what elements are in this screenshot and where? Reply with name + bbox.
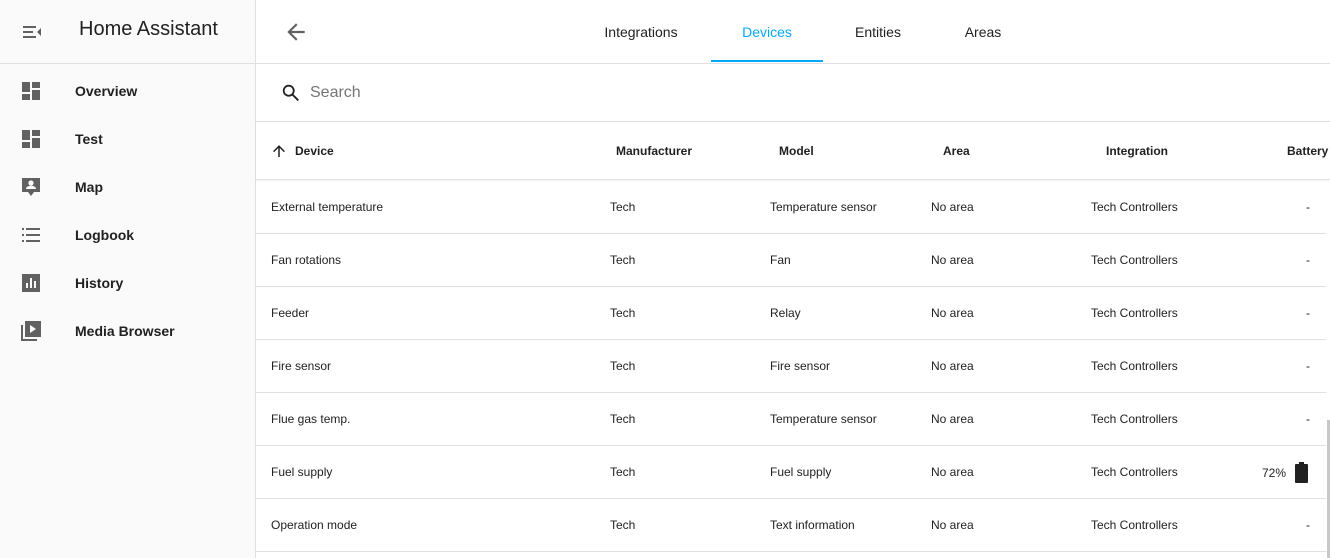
cell-model: Temperature sensor [770, 412, 877, 426]
battery-icon [1295, 462, 1308, 483]
cell-device: Operation mode [271, 518, 358, 532]
battery-level: 72% [1261, 465, 1286, 480]
cell-manufacturer: Tech [610, 253, 636, 267]
cell-integration: Tech Controllers [1091, 306, 1178, 320]
cell-area: No area [931, 412, 974, 426]
cell-manufacturer: Tech [610, 465, 636, 479]
sidebar-item-test[interactable]: Test [0, 115, 255, 163]
sidebar-item-label: Overview [75, 83, 138, 99]
cell-integration: Tech Controllers [1091, 359, 1178, 373]
back-arrow-icon[interactable] [283, 19, 309, 45]
sidebar-item-label: Logbook [75, 227, 135, 243]
cell-model: Fire sensor [770, 359, 831, 373]
list-icon [19, 223, 43, 247]
cell-model: Text information [770, 518, 855, 532]
cell-device: Fuel supply [271, 465, 333, 479]
table-row[interactable]: Fire sensor Tech Fire sensor No area Tec… [256, 340, 1326, 393]
table-row[interactable]: Feeder Tech Relay No area Tech Controlle… [256, 287, 1326, 340]
column-header-area[interactable]: Area [943, 144, 970, 158]
table-row[interactable]: Operation mode Tech Text information No … [256, 499, 1326, 552]
cell-battery: - [1306, 200, 1310, 214]
cell-device: Fire sensor [271, 359, 332, 373]
cell-model: Temperature sensor [770, 200, 877, 214]
search-bar [256, 64, 1330, 122]
sidebar-item-media-browser[interactable]: Media Browser [0, 307, 255, 355]
cell-manufacturer: Tech [610, 359, 636, 373]
cell-model: Fuel supply [770, 465, 832, 479]
active-tab-indicator [711, 60, 823, 62]
table-row[interactable]: Fan rotations Tech Fan No area Tech Cont… [256, 234, 1326, 287]
media-play-icon [19, 319, 43, 343]
table-header: Device Manufacturer Model Area Integrati… [256, 123, 1330, 180]
cell-integration: Tech Controllers [1091, 412, 1178, 426]
cell-battery: - [1306, 412, 1310, 426]
cell-battery: - [1306, 253, 1310, 267]
cell-battery: 72% [1262, 462, 1308, 483]
menu-collapse-icon[interactable] [20, 20, 44, 44]
column-header-device[interactable]: Device [295, 144, 334, 158]
cell-device: Feeder [271, 306, 310, 320]
toolbar: Integrations Devices Entities Areas [256, 0, 1330, 64]
cell-battery: - [1306, 306, 1310, 320]
cell-manufacturer: Tech [610, 200, 636, 214]
cell-battery: - [1306, 359, 1310, 373]
cell-model: Relay [770, 306, 801, 320]
cell-area: No area [931, 359, 974, 373]
table-body: External temperature Tech Temperature se… [256, 181, 1326, 552]
sidebar-item-history[interactable]: History [0, 259, 255, 307]
cell-area: No area [931, 200, 974, 214]
tab-devices[interactable]: Devices [711, 0, 823, 63]
sidebar-item-logbook[interactable]: Logbook [0, 211, 255, 259]
cell-device: Fan rotations [271, 253, 342, 267]
main-panel: Integrations Devices Entities Areas Devi… [256, 0, 1330, 558]
cell-manufacturer: Tech [610, 412, 636, 426]
sidebar-item-map[interactable]: Map [0, 163, 255, 211]
table-row[interactable]: Flue gas temp. Tech Temperature sensor N… [256, 393, 1326, 446]
tab-entities[interactable]: Entities [838, 0, 918, 63]
cell-area: No area [931, 253, 974, 267]
column-header-battery[interactable]: Battery [1287, 144, 1328, 158]
cell-integration: Tech Controllers [1091, 200, 1178, 214]
search-input[interactable] [310, 78, 910, 108]
column-header-model[interactable]: Model [779, 144, 814, 158]
column-header-manufacturer[interactable]: Manufacturer [616, 144, 692, 158]
cell-manufacturer: Tech [610, 518, 636, 532]
cell-area: No area [931, 465, 974, 479]
dashboard-icon [19, 79, 43, 103]
chart-box-icon [19, 271, 43, 295]
map-account-icon [19, 175, 43, 199]
cell-integration: Tech Controllers [1091, 518, 1178, 532]
sort-ascending-icon[interactable] [270, 142, 288, 160]
sidebar-item-label: Map [75, 179, 103, 195]
app-title: Home Assistant [79, 18, 218, 40]
sidebar-header: Home Assistant [0, 0, 255, 64]
cell-area: No area [931, 306, 974, 320]
cell-integration: Tech Controllers [1091, 253, 1178, 267]
cell-model: Fan [770, 253, 791, 267]
cell-device: External temperature [271, 200, 384, 214]
dashboard-icon [19, 127, 43, 151]
cell-device: Flue gas temp. [271, 412, 351, 426]
cell-integration: Tech Controllers [1091, 465, 1178, 479]
search-icon [280, 82, 302, 104]
sidebar-item-label: History [75, 275, 124, 291]
sidebar-item-label: Test [75, 131, 103, 147]
column-header-integration[interactable]: Integration [1106, 144, 1168, 158]
sidebar-nav: Overview Test Map Logbook History Media … [0, 67, 255, 355]
table-row[interactable]: Fuel supply Tech Fuel supply No area Tec… [256, 446, 1326, 499]
sidebar: Home Assistant Overview Test Map Logbook [0, 0, 256, 558]
table-row[interactable]: External temperature Tech Temperature se… [256, 181, 1326, 234]
sidebar-item-label: Media Browser [75, 323, 175, 339]
tab-areas[interactable]: Areas [946, 0, 1020, 63]
cell-battery: - [1306, 518, 1310, 532]
tab-integrations[interactable]: Integrations [591, 0, 691, 63]
sidebar-item-overview[interactable]: Overview [0, 67, 255, 115]
cell-area: No area [931, 518, 974, 532]
cell-manufacturer: Tech [610, 306, 636, 320]
